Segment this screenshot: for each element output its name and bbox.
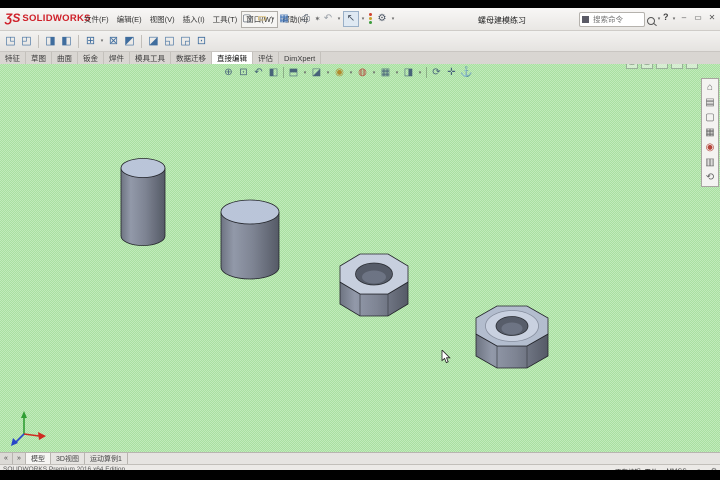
model-tab-bar: « » 模型 3D视图 运动算例1 [0, 452, 720, 464]
shell-icon[interactable]: ⊡ [194, 34, 209, 49]
orientation-triad [8, 410, 48, 450]
search-magnifier-icon[interactable] [647, 17, 655, 25]
scale-icon[interactable]: ◲ [178, 34, 193, 49]
minimize-button[interactable]: – [678, 12, 690, 24]
solidworks-logo: ƷS SOLIDWORKS [5, 11, 91, 25]
title-bar: ƷS SOLIDWORKS 文件(F) 编辑(E) 视图(V) 插入(I) 工具… [0, 8, 720, 31]
chevron-down-icon[interactable]: ▾ [390, 16, 396, 22]
toolbar-separator [38, 35, 39, 48]
letterbox [0, 470, 720, 480]
quick-access-toolbar: ▢ ▭ ▾ ▦ ▾ ⎙ ▾ ↶ ▾ ↖ ▾ ⚙ ▾ [240, 10, 396, 28]
command-manager-tabs: 特征 草图 曲面 钣金 焊件 模具工具 数据迁移 直接编辑 评估 DimXper… [0, 52, 720, 64]
tab-sheet-metal[interactable]: 钣金 [78, 52, 104, 64]
tab-features[interactable]: 特征 [0, 52, 26, 64]
save-icon[interactable]: ▦ [277, 12, 291, 26]
flex-icon[interactable]: ⊞ [83, 34, 98, 49]
tab-scroll-right-icon[interactable]: » [13, 453, 26, 464]
print-icon[interactable]: ⎙ [299, 12, 313, 26]
chevron-down-icon[interactable]: ▾ [314, 16, 320, 22]
open-icon[interactable]: ▭ [255, 12, 269, 26]
search-input[interactable] [591, 14, 642, 25]
tab-surfaces[interactable]: 曲面 [52, 52, 78, 64]
chevron-down-icon[interactable]: ▾ [360, 16, 366, 22]
chevron-down-icon[interactable]: ▾ [270, 16, 276, 22]
cylinder-large[interactable] [221, 200, 279, 279]
chevron-down-icon[interactable]: ▾ [99, 38, 105, 44]
tab-dimxpert[interactable]: DimXpert [279, 52, 321, 64]
deform-icon[interactable]: ◨ [43, 34, 58, 49]
restore-button[interactable]: ▭ [692, 12, 704, 24]
tab-model[interactable]: 模型 [26, 453, 51, 464]
tab-motion-study-1[interactable]: 运动算例1 [85, 453, 128, 464]
hex-nut-chamfered[interactable] [476, 306, 548, 368]
close-button[interactable]: ✕ [706, 12, 718, 24]
chevron-down-icon[interactable]: ▾ [671, 16, 677, 22]
toolbar-separator [141, 35, 142, 48]
intersect-icon[interactable]: ◱ [162, 34, 177, 49]
tab-data-migration[interactable]: 数据迁移 [171, 52, 212, 64]
tab-direct-editing[interactable]: 直接编辑 [212, 52, 253, 64]
tab-weldments[interactable]: 焊件 [104, 52, 130, 64]
video-frame: ƷS SOLIDWORKS 文件(F) 编辑(E) 视图(V) 插入(I) 工具… [0, 0, 720, 480]
combine-icon[interactable]: ◪ [146, 34, 161, 49]
menu-view[interactable]: 视图(V) [146, 12, 179, 27]
model-layer [0, 64, 720, 452]
solidworks-window: ƷS SOLIDWORKS 文件(F) 编辑(E) 视图(V) 插入(I) 工具… [0, 8, 720, 470]
rebuild-traffic-light-icon[interactable] [367, 12, 374, 26]
select-cursor-icon[interactable]: ↖ [343, 11, 359, 27]
move-face-icon[interactable]: ◳ [3, 34, 18, 49]
tab-mold-tools[interactable]: 模具工具 [130, 52, 171, 64]
tab-sketch[interactable]: 草图 [26, 52, 52, 64]
help-button[interactable]: ? [663, 12, 669, 22]
menu-edit[interactable]: 编辑(E) [113, 12, 146, 27]
menu-insert[interactable]: 插入(I) [179, 12, 209, 27]
tab-3d-views[interactable]: 3D视图 [51, 453, 85, 464]
viewport-canvas[interactable]: ⊕ ⊡ ↶ ◧ ⬒ ▾ ◪ ▾ ◉ ▾ ◍ ▾ ▦ ▾ ◨ ▾ ⟳ ✛ ⚓ [0, 64, 720, 452]
menu-file[interactable]: 文件(F) [80, 12, 113, 27]
chevron-down-icon[interactable]: ▾ [292, 16, 298, 22]
hex-nut-open[interactable] [340, 254, 408, 316]
chevron-down-icon[interactable]: ▾ [656, 16, 662, 22]
menu-tools[interactable]: 工具(T) [209, 12, 242, 27]
cylinder-small[interactable] [121, 159, 165, 246]
solidworks-search-icon [582, 16, 589, 23]
toolbar-separator [78, 35, 79, 48]
options-gear-icon[interactable]: ⚙ [375, 12, 389, 26]
split-icon[interactable]: ⊠ [106, 34, 121, 49]
tab-scroll-left-icon[interactable]: « [0, 453, 13, 464]
command-search-box[interactable] [579, 12, 645, 27]
new-document-icon[interactable]: ▢ [240, 12, 254, 26]
solidworks-logo-mark-icon: ƷS [5, 11, 20, 25]
delete-face-icon[interactable]: ◰ [19, 34, 34, 49]
document-title: 螺母建模练习 [478, 15, 526, 26]
indent-icon[interactable]: ◧ [59, 34, 74, 49]
move-copy-body-icon[interactable]: ◩ [122, 34, 137, 49]
mouse-cursor-icon [441, 350, 453, 365]
chevron-down-icon[interactable]: ▾ [336, 16, 342, 22]
undo-icon[interactable]: ↶ [321, 12, 335, 26]
command-manager-toolbar: ◳ ◰ ◨ ◧ ⊞ ▾ ⊠ ◩ ◪ ◱ ◲ ⊡ [0, 31, 720, 52]
tab-evaluate[interactable]: 评估 [253, 52, 279, 64]
